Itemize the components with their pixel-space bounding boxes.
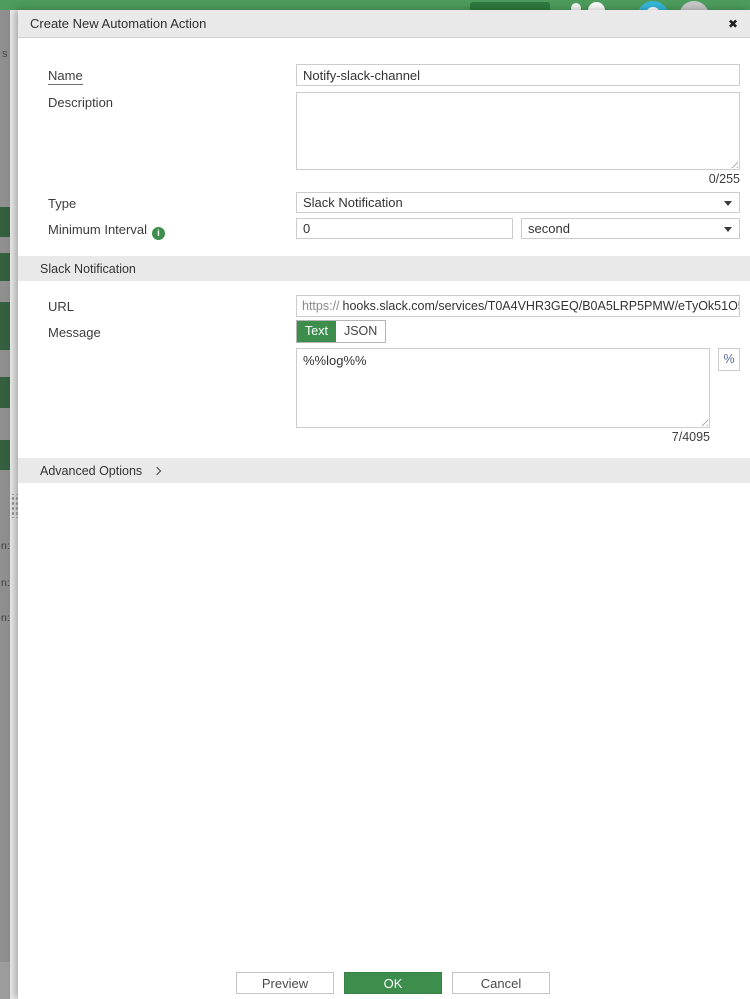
description-textarea-wrap [296, 92, 740, 170]
ok-button[interactable]: OK [344, 972, 442, 994]
topbar-search-box[interactable] [470, 2, 550, 10]
message-textarea[interactable]: %%log%% [297, 349, 709, 427]
sidebar-menu-item [0, 253, 10, 281]
status-dot-icon [571, 3, 581, 10]
cancel-button[interactable]: Cancel [452, 972, 550, 994]
background-footer-sliver [0, 962, 10, 999]
info-icon[interactable]: i [151, 227, 165, 240]
background-row-label: n: [1, 612, 10, 624]
help-icon[interactable] [637, 1, 669, 10]
dialog-title: Create New Automation Action [30, 16, 207, 31]
slack-section-title: Slack Notification [40, 261, 136, 276]
sidebar-menu-item [0, 207, 10, 237]
chevron-down-icon [724, 227, 732, 232]
sidebar-menu-item [0, 440, 10, 470]
url-scheme-prefix: https:// [302, 299, 340, 313]
url-input[interactable]: https://hooks.slack.com/services/T0A4VHR… [296, 295, 740, 317]
preview-button[interactable]: Preview [236, 972, 334, 994]
name-label: Name [48, 68, 83, 85]
url-label: URL [48, 299, 75, 314]
interval-unit-select[interactable]: second [521, 218, 740, 239]
tab-text[interactable]: Text [297, 321, 336, 342]
advanced-options-section-header[interactable]: Advanced Options [18, 458, 750, 483]
interval-unit-value: second [528, 221, 570, 236]
minimum-interval-input[interactable] [296, 218, 513, 239]
notification-icon[interactable] [588, 2, 605, 10]
type-select[interactable]: Slack Notification [296, 192, 740, 213]
create-automation-action-dialog: Create New Automation Action ✖ Name Desc… [18, 10, 750, 999]
app-topbar [0, 0, 750, 10]
screen: s n: n: n: Create New Automation Action … [0, 0, 750, 999]
modal-resize-handle[interactable] [10, 494, 19, 518]
insert-variable-button[interactable]: % [718, 348, 740, 371]
close-icon[interactable]: ✖ [728, 18, 738, 30]
type-select-value: Slack Notification [303, 195, 403, 210]
background-sidebar: s n: n: n: [0, 10, 10, 999]
message-format-toggle: Text JSON [296, 320, 387, 343]
chevron-down-icon [724, 201, 732, 206]
sidebar-cropped-text: s [2, 48, 8, 60]
description-textarea[interactable] [297, 93, 739, 169]
tab-json[interactable]: JSON [336, 321, 385, 342]
sidebar-menu-item [0, 302, 10, 350]
sidebar-menu-item [0, 377, 10, 408]
dialog-header: Create New Automation Action ✖ [18, 10, 750, 38]
background-row-label: n: [1, 540, 10, 552]
url-value: hooks.slack.com/services/T0A4VHR3GEQ/B0A… [342, 299, 740, 313]
slack-notification-section-header: Slack Notification [18, 256, 750, 281]
dialog-footer: Preview OK Cancel [18, 972, 750, 994]
name-input[interactable] [296, 64, 740, 86]
chevron-right-icon [152, 466, 162, 475]
description-counter: 0/255 [708, 172, 740, 186]
type-label: Type [48, 196, 77, 211]
advanced-options-title: Advanced Options [40, 463, 143, 478]
minimum-interval-label: Minimum Interval i [48, 222, 165, 240]
background-row-label: n: [1, 577, 10, 589]
message-counter: 7/4095 [671, 430, 710, 444]
message-textarea-wrap: %%log%% [296, 348, 710, 428]
message-label: Message [48, 325, 101, 340]
description-label: Description [48, 95, 114, 110]
avatar[interactable] [679, 1, 709, 10]
